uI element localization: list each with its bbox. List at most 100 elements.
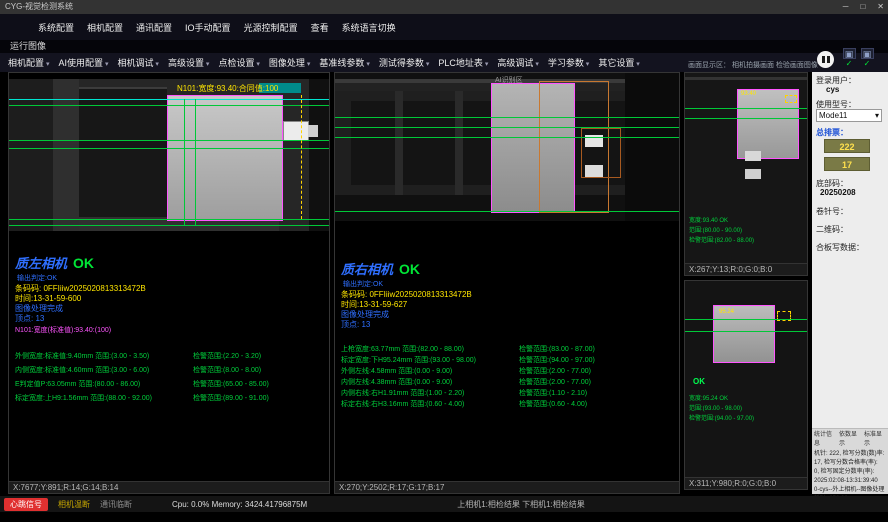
measurement-warn: 检警范围:(2.00 - 77.00) (519, 377, 591, 387)
measurement-warn: 检警范围:(2.00 - 77.00) (519, 366, 591, 376)
pause-button[interactable] (817, 51, 834, 68)
minimize-button[interactable]: ─ (843, 0, 849, 14)
toolbar-item-baseline-params[interactable]: 基准线参数 (319, 56, 369, 69)
measurement-text: 标定宽度:下H95.24mm 范围:(93.00 - 98.00) (341, 355, 519, 365)
preview-result-line: 范围:(80.00 - 90.00) (689, 225, 742, 234)
measurement-warn: 检警范围:(83.00 - 87.00) (519, 344, 595, 354)
cpu-memory-text: Cpu: 0.0% Memory: 3424.41796875M (172, 500, 307, 509)
toolbar-item-image-processing[interactable]: 图像处理 (269, 56, 310, 69)
measurement-text: 外侧宽度:标准值:9.40mm 范围:(3.00 - 3.50) (15, 351, 193, 361)
menu-item-light-control-config[interactable]: 光源控制配置 (244, 21, 298, 34)
toolbar-item-spot-check[interactable]: 点检设置 (218, 56, 259, 69)
measurement-row: 标定宽度:下H95.24mm 范围:(93.00 - 98.00) 检警范围:(… (341, 354, 675, 365)
measurement-row: 内侧右线:右H1.91mm 范围:(1.00 - 2.20) 检警范围:(1.1… (341, 387, 675, 398)
stats-line: 0, 检写固定分数率(率): (814, 468, 886, 477)
tab-run-image[interactable]: 运行图像 (0, 40, 888, 53)
menu-item-io-manual-config[interactable]: IO手动配置 (185, 21, 231, 34)
toolbar-item-other-settings[interactable]: 其它设置 (598, 56, 639, 69)
model-select[interactable]: Mode11 ▾ (816, 109, 882, 122)
chevron-down-icon: ▾ (875, 110, 879, 121)
login-user-value: cys (826, 85, 839, 94)
preview-image[interactable]: 95.24 OK 宽度:95.24 OK 范围:(93.00 - 98.00) … (685, 281, 807, 477)
menu-item-comm-config[interactable]: 通讯配置 (136, 21, 172, 34)
write-data-label: 合板写数据： (816, 242, 864, 253)
guide-line-dashed (301, 95, 302, 219)
machine-silhouette (309, 79, 329, 231)
stats-tabs: 统计信息 依数显示 标准显示 (814, 431, 886, 449)
pixel-coords-readout: X:7677;Y:891;R:14;G:14;B:14 (9, 481, 329, 493)
machine-cavity (79, 87, 167, 217)
measurement-text: E判定值P:63.05mm 范围:(80.00 - 86.00) (15, 379, 193, 389)
camera-results-text: 上相机1:相检结果 下相机1:相检结果 (457, 499, 585, 510)
measurement-row: 上枪宽度:63.77mm 范围:(82.00 - 88.00) 检警范围:(83… (341, 343, 675, 354)
measurement-text: 上枪宽度:63.77mm 范围:(82.00 - 88.00) (341, 344, 519, 354)
led-highlight (585, 165, 603, 177)
output-status: 输出判定:OK (343, 279, 383, 289)
roll-number-label: 卷针号： (816, 206, 848, 217)
toolbar-item-ai-config[interactable]: AI使用配置 (58, 56, 108, 69)
maximize-button[interactable]: □ (860, 0, 865, 14)
toolbar-item-test-params[interactable]: 测试得参数 (379, 56, 429, 69)
preview-result-line: 检警范围:(82.00 - 88.00) (689, 235, 754, 244)
menu-item-language-switch[interactable]: 系统语言切换 (342, 21, 396, 34)
counter-display-top: 222 (824, 139, 870, 153)
counter-display-bottom: 17 (824, 157, 870, 171)
camera-toggle-2[interactable]: ▣ ✓ (859, 48, 875, 68)
guide-line (9, 105, 329, 106)
camera-result-title: 质右相机 OK (341, 259, 420, 279)
preview-ok-badge: OK (693, 377, 705, 386)
guide-line-vertical (195, 99, 196, 225)
toolbar-item-advanced-settings[interactable]: 高级设置 (168, 56, 209, 69)
heartbeat-badge[interactable]: 心跳信号 (4, 498, 48, 511)
close-button[interactable]: ✕ (877, 0, 884, 14)
camera-toggle-1[interactable]: ▣ ✓ (841, 48, 857, 68)
toolbar-item-plc-address[interactable]: PLC地址表 (438, 56, 488, 69)
guide-line (9, 99, 329, 100)
guide-line (335, 137, 679, 138)
measurement-warn: 检警范围:(89.00 - 91.00) (193, 393, 269, 403)
guide-line (9, 225, 329, 226)
stats-line: 机针: 222, 检写分数(数)率: (814, 450, 886, 459)
stats-tab-standard[interactable]: 标准显示 (864, 431, 886, 449)
app-window: CYG-视觉检测系统 ─ □ ✕ ✿ 系统配置 相机配置 通讯配置 IO手动配置… (0, 0, 888, 522)
check-icon: ✓ (846, 60, 853, 68)
measurement-text: 内侧左线:4.38mm 范围:(0.00 - 9.00) (341, 377, 519, 387)
preview-image[interactable]: 93.40 宽度:93.40 OK 范围:(80.00 - 90.00) 检警范… (685, 73, 807, 263)
measurement-warn: 检警范围:(0.60 - 4.00) (519, 399, 587, 409)
measurement-row: 内侧宽度:标准值:4.60mm 范围:(3.00 - 6.00) 检警范围:(8… (15, 363, 325, 377)
left-camera-panel: N101:宽度:93.40:合同值:100 质左相机OK 输出判定:OK 条码码… (8, 72, 330, 494)
menu-item-system-config[interactable]: 系统配置 (38, 21, 74, 34)
machine-silhouette (9, 79, 53, 231)
preview-result-line: 宽度:93.40 OK (689, 215, 728, 224)
left-camera-image[interactable]: N101:宽度:93.40:合同值:100 (9, 79, 329, 231)
toolbar-item-camera-config[interactable]: 相机配置 (8, 56, 49, 69)
stats-line: 17, 检写分数合格率(率): (814, 459, 886, 468)
bottom-code-value: 20250208 (820, 188, 856, 197)
menu-item-camera-config[interactable]: 相机配置 (87, 21, 123, 34)
machine-silhouette (53, 79, 79, 231)
menu-item-view[interactable]: 查看 (311, 21, 329, 34)
roi-box-yellow (785, 95, 797, 103)
measurement-row: E判定值P:63.05mm 范围:(80.00 - 86.00) 检警范围:(6… (15, 377, 325, 391)
guide-line (335, 211, 679, 212)
stats-tab-bycount[interactable]: 依数显示 (839, 431, 861, 449)
camera-result-title: 质左相机OK (15, 253, 94, 273)
pixel-coords-readout: X:267;Y:13;R:0;G:0;B:0 (685, 263, 807, 275)
stats-line: 2025:02:08-13:31:39:40 (814, 477, 886, 486)
camera-name: 质右相机 (341, 262, 393, 277)
points-count: 顶点: 13 (15, 313, 44, 324)
toolbar-item-advanced-debug[interactable]: 高级调试 (497, 56, 538, 69)
led-highlight (745, 169, 761, 179)
machine-support (455, 91, 463, 195)
stats-tab-info[interactable]: 统计信息 (814, 431, 836, 449)
toolbar-item-learning-params[interactable]: 学习参数 (548, 56, 589, 69)
led-highlight (745, 151, 761, 161)
window-title: CYG-视觉检测系统 (5, 2, 73, 11)
measure-note: N101:宽度(标准值):93.40:(100) (15, 325, 111, 335)
right-camera-image[interactable]: AI识别区 (335, 73, 679, 221)
sidebar: 登录用户： cys 使用型号： Mode11 ▾ 总排票： 222 17 底部码… (812, 72, 888, 494)
result-ok-badge: OK (399, 261, 420, 277)
guide-line (685, 319, 807, 320)
window-controls: ─ □ ✕ (843, 0, 884, 14)
toolbar-item-camera-debug[interactable]: 相机调试 (117, 56, 158, 69)
